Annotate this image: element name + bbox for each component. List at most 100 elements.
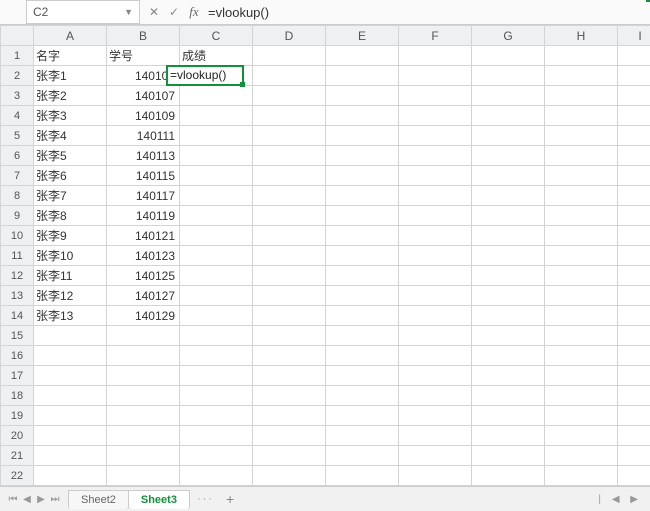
cell[interactable] — [253, 286, 326, 306]
cell[interactable] — [472, 306, 545, 326]
cell[interactable] — [326, 146, 399, 166]
cell[interactable] — [399, 466, 472, 486]
cell[interactable]: 140121 — [107, 226, 180, 246]
cell[interactable] — [472, 266, 545, 286]
cell[interactable] — [180, 326, 253, 346]
cell[interactable] — [34, 366, 107, 386]
cell[interactable]: 张李4 — [34, 126, 107, 146]
cell[interactable] — [472, 66, 545, 86]
cell[interactable] — [253, 426, 326, 446]
cell[interactable] — [618, 86, 650, 106]
cell[interactable] — [399, 266, 472, 286]
cell[interactable]: 张李5 — [34, 146, 107, 166]
cell[interactable] — [618, 166, 650, 186]
cell[interactable] — [399, 406, 472, 426]
cell[interactable] — [472, 466, 545, 486]
cell[interactable] — [545, 366, 618, 386]
cell[interactable] — [472, 146, 545, 166]
cell[interactable]: 张李10 — [34, 246, 107, 266]
cell[interactable] — [472, 186, 545, 206]
sheet-tab-sheet3[interactable]: Sheet3 — [128, 490, 190, 509]
row-header[interactable]: 20 — [1, 426, 34, 446]
more-sheets-icon[interactable]: ··· — [197, 493, 214, 505]
cell[interactable] — [618, 266, 650, 286]
row-header[interactable]: 16 — [1, 346, 34, 366]
cell[interactable] — [326, 226, 399, 246]
cell[interactable] — [545, 346, 618, 366]
cell[interactable] — [545, 66, 618, 86]
row-header[interactable]: 15 — [1, 326, 34, 346]
col-header-F[interactable]: F — [399, 26, 472, 46]
cell[interactable] — [107, 466, 180, 486]
cell[interactable] — [253, 166, 326, 186]
cell[interactable] — [253, 366, 326, 386]
cell[interactable]: 张李12 — [34, 286, 107, 306]
cell[interactable]: 140115 — [107, 166, 180, 186]
cell[interactable] — [618, 226, 650, 246]
cell[interactable] — [253, 186, 326, 206]
cell[interactable] — [326, 406, 399, 426]
cell[interactable] — [180, 206, 253, 226]
cell[interactable] — [180, 366, 253, 386]
cell[interactable] — [472, 126, 545, 146]
cell[interactable] — [326, 246, 399, 266]
cell[interactable] — [180, 226, 253, 246]
cell[interactable] — [472, 346, 545, 366]
cell[interactable]: 张李13 — [34, 306, 107, 326]
cell[interactable] — [326, 86, 399, 106]
cell[interactable] — [253, 266, 326, 286]
cell[interactable] — [34, 326, 107, 346]
cell[interactable] — [618, 206, 650, 226]
cell[interactable] — [545, 286, 618, 306]
cell[interactable]: 140111 — [107, 126, 180, 146]
cell[interactable]: 140129 — [107, 306, 180, 326]
cell[interactable] — [107, 426, 180, 446]
cell[interactable] — [326, 466, 399, 486]
cell[interactable] — [399, 366, 472, 386]
cell[interactable]: 张李11 — [34, 266, 107, 286]
cell[interactable] — [399, 306, 472, 326]
cell[interactable] — [107, 406, 180, 426]
cell[interactable] — [618, 406, 650, 426]
cell[interactable] — [326, 326, 399, 346]
cell[interactable] — [180, 286, 253, 306]
cell[interactable]: 140105 — [107, 66, 180, 86]
row-header[interactable]: 11 — [1, 246, 34, 266]
row-header[interactable]: 18 — [1, 386, 34, 406]
cell[interactable] — [618, 366, 650, 386]
cell[interactable] — [180, 426, 253, 446]
cell[interactable]: 140113 — [107, 146, 180, 166]
cell[interactable] — [545, 206, 618, 226]
row-header[interactable]: 3 — [1, 86, 34, 106]
cell[interactable] — [180, 66, 253, 86]
cell[interactable] — [545, 266, 618, 286]
formula-input[interactable]: =vlookup() — [204, 5, 650, 20]
cell[interactable] — [618, 66, 650, 86]
cell[interactable] — [326, 366, 399, 386]
cell[interactable]: 张李1 — [34, 66, 107, 86]
cell[interactable] — [545, 386, 618, 406]
cell[interactable] — [253, 46, 326, 66]
cell[interactable] — [34, 346, 107, 366]
row-header[interactable]: 10 — [1, 226, 34, 246]
cell[interactable] — [545, 326, 618, 346]
cell[interactable] — [253, 206, 326, 226]
cell[interactable] — [34, 466, 107, 486]
cell[interactable] — [472, 206, 545, 226]
cell[interactable] — [34, 406, 107, 426]
cell[interactable] — [545, 246, 618, 266]
cell[interactable] — [180, 246, 253, 266]
cell[interactable] — [618, 326, 650, 346]
col-header-E[interactable]: E — [326, 26, 399, 46]
col-header-C[interactable]: C — [180, 26, 253, 46]
add-sheet-button[interactable]: + — [226, 491, 234, 507]
cell[interactable] — [399, 166, 472, 186]
cell[interactable] — [472, 46, 545, 66]
cell[interactable] — [399, 286, 472, 306]
row-header[interactable]: 13 — [1, 286, 34, 306]
cell[interactable] — [180, 166, 253, 186]
cell[interactable] — [253, 146, 326, 166]
cell[interactable] — [472, 246, 545, 266]
row-header[interactable]: 19 — [1, 406, 34, 426]
fx-icon[interactable]: fx — [184, 4, 204, 20]
